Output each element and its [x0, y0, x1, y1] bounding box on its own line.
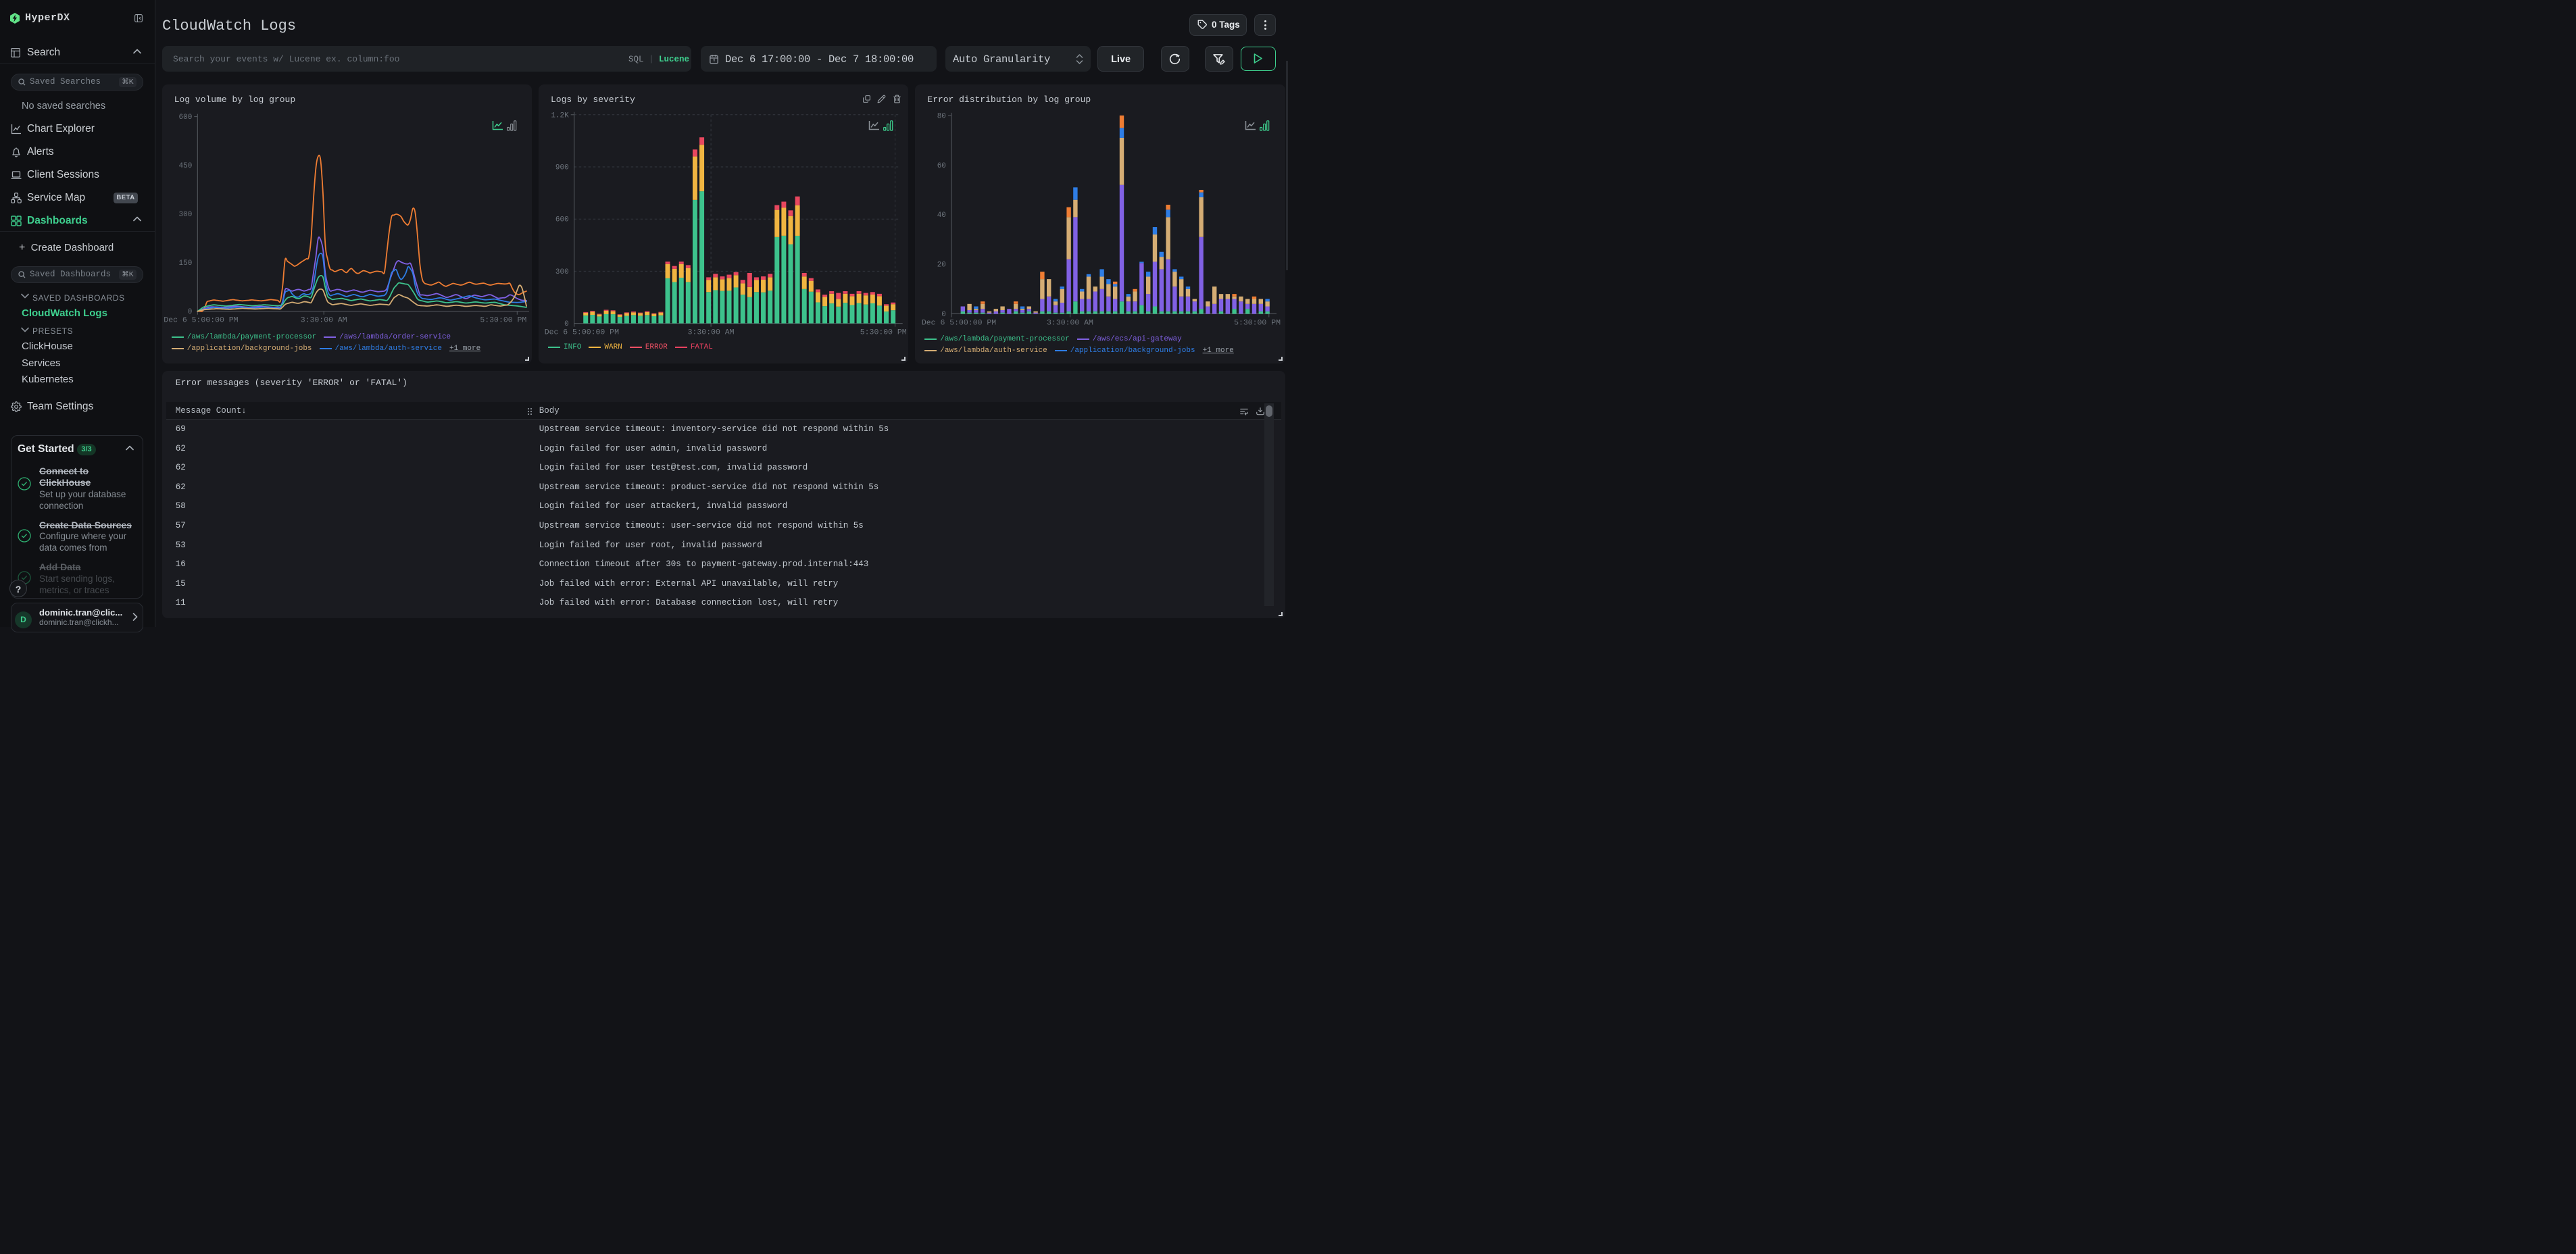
svg-text:600: 600	[178, 114, 192, 122]
svg-text:150: 150	[178, 259, 192, 268]
svg-text:5:30:00 PM: 5:30:00 PM	[480, 316, 526, 325]
svg-text:40: 40	[937, 211, 946, 220]
svg-text:1.2K: 1.2K	[551, 111, 569, 120]
svg-text:3:30:00 AM: 3:30:00 AM	[688, 328, 735, 337]
svg-text:0: 0	[187, 308, 192, 316]
svg-text:450: 450	[178, 162, 192, 170]
svg-text:Dec 6 5:00:00 PM: Dec 6 5:00:00 PM	[164, 316, 238, 325]
svg-text:5:30:00 PM: 5:30:00 PM	[860, 328, 907, 337]
svg-text:300: 300	[555, 268, 569, 276]
svg-text:3:30:00 AM: 3:30:00 AM	[1047, 318, 1093, 327]
svg-text:5:30:00 PM: 5:30:00 PM	[1234, 318, 1281, 327]
svg-text:600: 600	[555, 216, 569, 224]
svg-text:20: 20	[937, 261, 946, 270]
svg-text:0: 0	[942, 311, 947, 319]
svg-text:Dec 6 5:00:00 PM: Dec 6 5:00:00 PM	[545, 328, 619, 337]
svg-text:900: 900	[555, 164, 569, 172]
svg-text:0: 0	[564, 320, 569, 328]
svg-text:3:30:00 AM: 3:30:00 AM	[300, 316, 347, 325]
svg-text:80: 80	[937, 112, 946, 120]
svg-text:300: 300	[178, 211, 192, 219]
svg-text:60: 60	[937, 162, 946, 170]
svg-text:Dec 6 5:00:00 PM: Dec 6 5:00:00 PM	[922, 318, 996, 327]
